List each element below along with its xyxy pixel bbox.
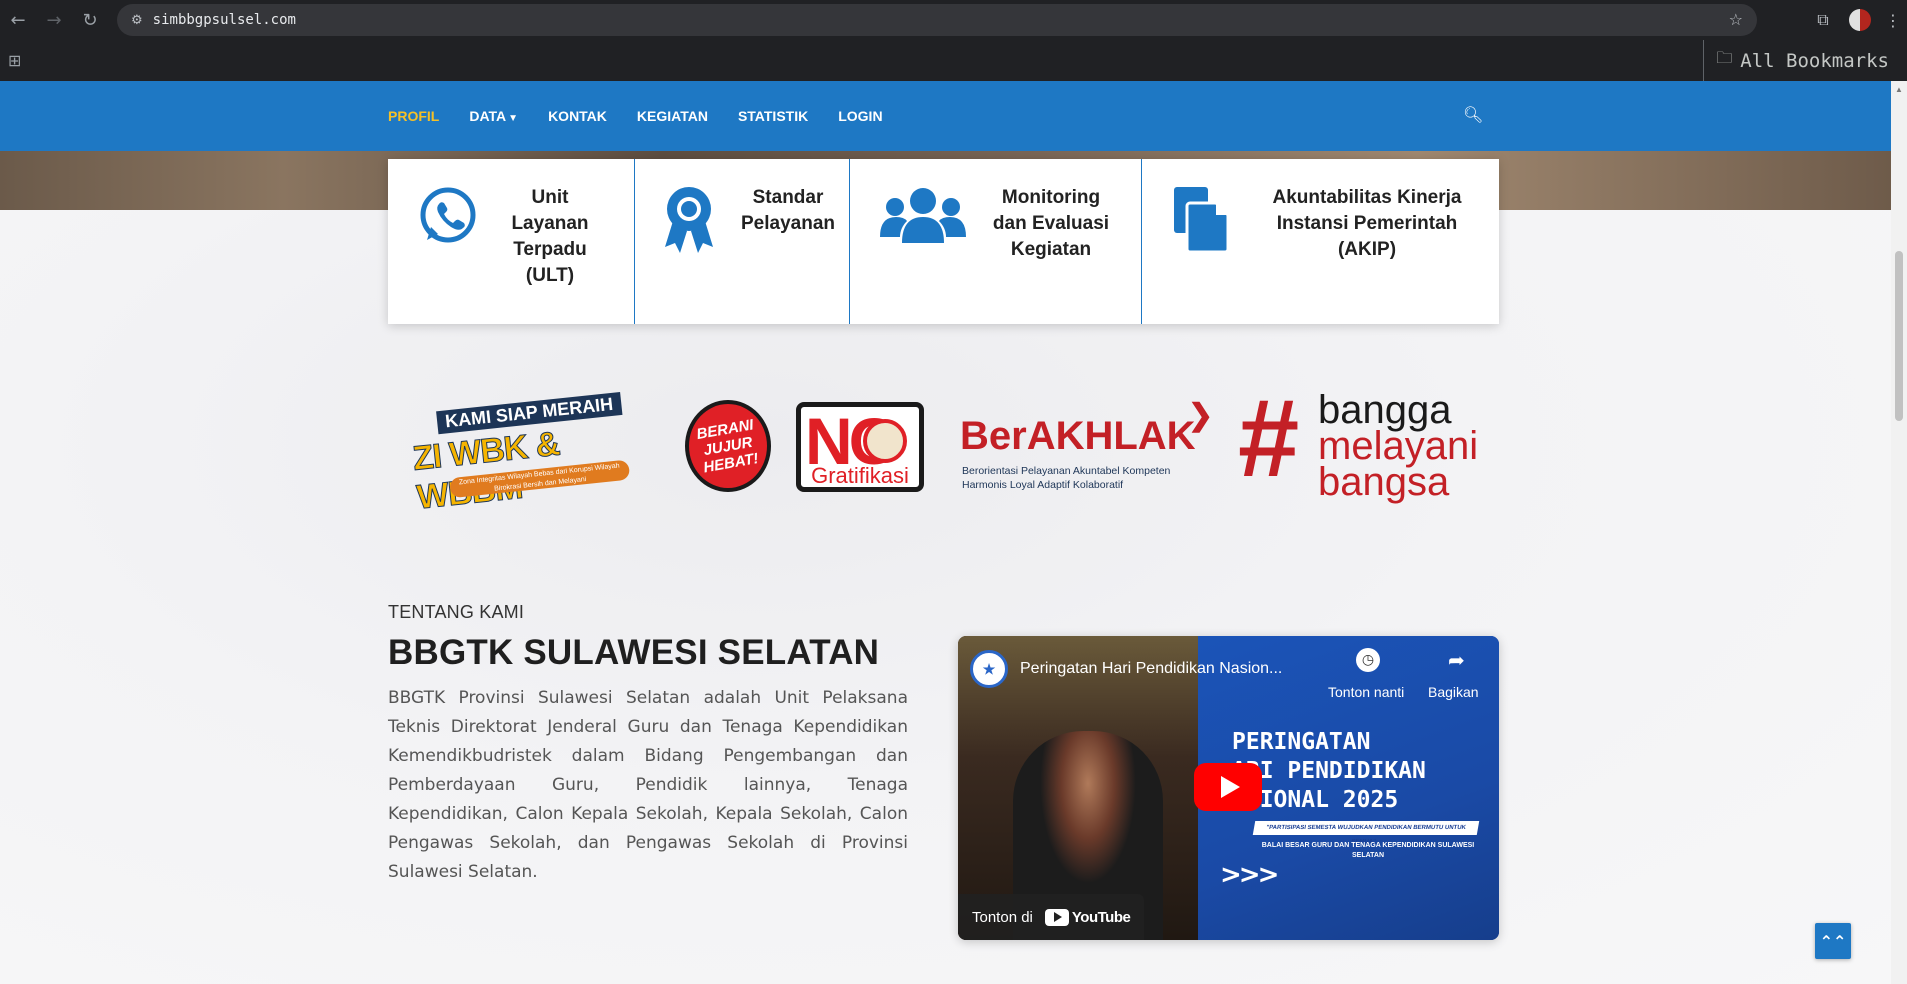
channel-avatar[interactable]: ★ bbox=[970, 650, 1008, 688]
youtube-embed[interactable]: PERINGATAN ARI PENDIDIKAN ASIONAL 2025 "… bbox=[958, 636, 1499, 940]
video-banner: PERINGATAN ARI PENDIDIKAN ASIONAL 2025 bbox=[1232, 728, 1492, 815]
reload-icon: ↻ bbox=[82, 9, 98, 31]
watch-on-youtube-button[interactable]: Tonton di YouTube bbox=[958, 894, 1145, 940]
service-card-standar-pelayanan[interactable]: Standar Pelayanan bbox=[635, 159, 850, 324]
seal-icon bbox=[863, 419, 907, 463]
watch-later-button[interactable]: Tonton nanti bbox=[1328, 684, 1404, 700]
nav-item-login[interactable]: LOGIN bbox=[838, 108, 882, 124]
star-icon[interactable]: ☆ bbox=[1729, 10, 1743, 29]
chevron-right-icon: ❯ bbox=[1188, 399, 1214, 432]
banner-line3: ASIONAL 2025 bbox=[1232, 787, 1399, 813]
arrow-left-icon: ← bbox=[10, 9, 26, 31]
bangga-melayani-bangsa-logo: # bangga melayani bangsa bbox=[1238, 384, 1498, 504]
about-eyebrow: TENTANG KAMI bbox=[388, 602, 525, 622]
no-gratifikasi-logo: NO Gratifikasi bbox=[796, 402, 924, 492]
puzzle-icon[interactable]: ⧉ bbox=[1805, 10, 1841, 30]
integrity-logos: KAMI SIAP MERAIH ZI WBK & WBBM Zona Inte… bbox=[388, 384, 1499, 518]
scrollbar-thumb[interactable] bbox=[1895, 251, 1903, 421]
gratifikasi-text: Gratifikasi bbox=[811, 463, 909, 488]
youtube-logo: YouTube bbox=[1044, 908, 1131, 926]
service-title: Akuntabilitas Kinerja Instansi Pemerinta… bbox=[1272, 187, 1462, 260]
back-button[interactable]: ← bbox=[0, 0, 36, 40]
whatsapp-icon bbox=[418, 185, 478, 245]
forward-button[interactable]: → bbox=[36, 0, 72, 40]
double-chevron-up-icon: ⌃⌃ bbox=[1819, 931, 1847, 951]
hash-text: # bbox=[1238, 377, 1300, 500]
nav-item-data-label: DATA bbox=[469, 108, 507, 124]
service-title: Unit Layanan Terpadu (ULT) bbox=[511, 187, 589, 286]
users-group-icon bbox=[880, 185, 966, 245]
banner-subtitle: "PARTISIPASI SEMESTA WUJUDKAN PENDIDIKAN… bbox=[1252, 821, 1480, 845]
nav-item-statistik[interactable]: STATISTIK bbox=[738, 108, 808, 124]
bookmarks-bar: ⊞ 🗀 All Bookmarks bbox=[0, 40, 1907, 81]
page-scrollbar[interactable]: ▲ bbox=[1891, 81, 1907, 984]
zi-wbk-logo: KAMI SIAP MERAIH ZI WBK & WBBM Zona Inte… bbox=[402, 392, 652, 517]
banner-line1: PERINGATAN bbox=[1232, 729, 1371, 755]
search-icon[interactable]: 🔍︎ bbox=[1463, 105, 1483, 124]
about-text: BBGTK Provinsi Sulawesi Selatan adalah U… bbox=[388, 688, 908, 882]
page-background bbox=[0, 210, 1891, 984]
share-button[interactable]: Bagikan bbox=[1428, 684, 1479, 700]
avatar[interactable] bbox=[1849, 9, 1871, 31]
chevron-down-icon: ▼ bbox=[508, 113, 519, 124]
reload-button[interactable]: ↻ bbox=[72, 0, 108, 40]
video-actions: ◷ ➦ Tonton nanti Bagikan bbox=[1328, 648, 1492, 704]
berakhlak-sub: Berorientasi Pelayanan Akuntabel Kompete… bbox=[962, 465, 1171, 491]
all-bookmarks-button[interactable]: 🗀 All Bookmarks bbox=[1703, 40, 1889, 81]
award-ribbon-icon bbox=[663, 185, 715, 255]
service-card-akip[interactable]: Akuntabilitas Kinerja Instansi Pemerinta… bbox=[1142, 159, 1499, 324]
video-title[interactable]: Peringatan Hari Pendidikan Nasion... bbox=[1020, 660, 1320, 678]
bangsa-word: bangsa bbox=[1318, 460, 1450, 504]
service-title: Monitoring dan Evaluasi Kegiatan bbox=[992, 187, 1110, 260]
url-text[interactable]: simbbgpsulsel.com bbox=[153, 12, 296, 28]
service-title: Standar Pelayanan bbox=[741, 187, 835, 234]
folder-icon: 🗀 bbox=[1716, 48, 1733, 67]
main-navbar: PROFIL DATA ▼ KONTAK KEGIATAN STATISTIK L… bbox=[0, 81, 1891, 151]
banner-line2: ARI PENDIDIKAN bbox=[1232, 758, 1426, 784]
banner-subtitle2: BALAI BESAR GURU DAN TENAGA KEPENDIDIKAN… bbox=[1261, 842, 1475, 859]
melayani-word: melayani bbox=[1318, 424, 1479, 468]
service-card-monev[interactable]: Monitoring dan Evaluasi Kegiatan bbox=[850, 159, 1142, 324]
arrow-right-icon: → bbox=[46, 9, 62, 31]
play-button[interactable] bbox=[1194, 763, 1262, 811]
share-icon[interactable]: ➦ bbox=[1448, 648, 1465, 672]
tune-icon[interactable]: ⚙ bbox=[131, 13, 143, 28]
service-card-ult[interactable]: Unit Layanan Terpadu (ULT) bbox=[388, 159, 635, 324]
arrows-graphic: >>> bbox=[1220, 860, 1279, 890]
youtube-play-icon bbox=[1044, 908, 1069, 926]
berakhlak-title: BerAKHLAK bbox=[960, 414, 1196, 458]
service-cards: Unit Layanan Terpadu (ULT) Standar Pelay… bbox=[388, 159, 1499, 324]
youtube-wordmark: YouTube bbox=[1071, 908, 1131, 926]
watch-on-label: Tonton di bbox=[972, 908, 1033, 926]
nav-item-kontak[interactable]: KONTAK bbox=[548, 108, 607, 124]
bangga-word: bangga bbox=[1318, 388, 1452, 432]
nav-item-profil[interactable]: PROFIL bbox=[388, 108, 439, 124]
back-to-top-button[interactable]: ⌃⌃ bbox=[1815, 923, 1851, 959]
all-bookmarks-label: All Bookmarks bbox=[1740, 49, 1889, 72]
nav-item-kegiatan[interactable]: KEGIATAN bbox=[637, 108, 708, 124]
berakhlak-logo: BerAKHLAK ❯ Berorientasi Pelayanan Akunt… bbox=[960, 398, 1214, 498]
apps-grid-icon[interactable]: ⊞ bbox=[8, 51, 21, 70]
files-icon bbox=[1172, 185, 1230, 253]
browser-toolbar: ← → ↻ ⚙ simbbgpsulsel.com ☆ ⧉ ⋮ bbox=[0, 0, 1907, 40]
about-title: BBGTK SULAWESI SELATAN bbox=[388, 633, 880, 672]
clock-icon[interactable]: ◷ bbox=[1356, 648, 1380, 672]
berani-text: BERANI JUJUR HEBAT! bbox=[695, 415, 760, 476]
play-icon bbox=[1220, 776, 1240, 798]
address-bar[interactable]: ⚙ simbbgpsulsel.com ☆ bbox=[117, 4, 1757, 36]
scroll-up-icon[interactable]: ▲ bbox=[1895, 85, 1903, 94]
nav-menu: PROFIL DATA ▼ KONTAK KEGIATAN STATISTIK L… bbox=[388, 81, 913, 151]
page-viewport: PROFIL DATA ▼ KONTAK KEGIATAN STATISTIK L… bbox=[0, 81, 1891, 984]
kebab-icon[interactable]: ⋮ bbox=[1879, 11, 1907, 30]
nav-item-data[interactable]: DATA ▼ bbox=[469, 108, 518, 124]
berani-jujur-hebat-logo: BERANI JUJUR HEBAT! bbox=[685, 400, 771, 492]
